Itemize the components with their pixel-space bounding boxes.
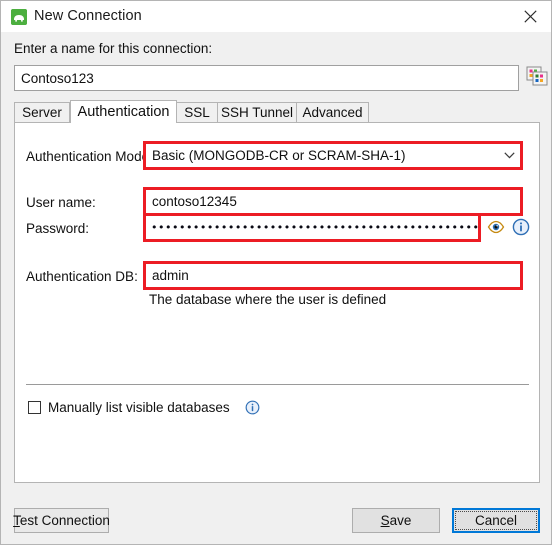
authentication-mode-value: Basic (MONGODB-CR or SCRAM-SHA-1) xyxy=(152,148,406,163)
save-button[interactable]: Save xyxy=(352,508,440,533)
test-connection-accel: T xyxy=(13,513,20,528)
tab-server[interactable]: Server xyxy=(14,102,70,122)
cancel-label: Cancel xyxy=(474,513,518,528)
section-divider xyxy=(26,384,529,385)
manually-list-databases-checkbox[interactable] xyxy=(28,401,41,414)
authentication-mode-label: Authentication Mode: xyxy=(26,149,153,164)
window-title: New Connection xyxy=(34,8,142,24)
chevron-down-icon xyxy=(498,152,520,159)
cancel-button[interactable]: Cancel xyxy=(452,508,540,533)
connection-name-input[interactable] xyxy=(14,65,519,91)
authentication-db-hint: The database where the user is defined xyxy=(149,292,387,307)
tab-label: Advanced xyxy=(302,105,363,120)
manually-list-databases-label: Manually list visible databases xyxy=(48,400,230,415)
tab-label: Server xyxy=(22,105,62,120)
new-connection-dialog: New Connection Enter a name for this con… xyxy=(0,0,552,545)
info-icon[interactable] xyxy=(245,400,260,415)
test-connection-label: est Connection xyxy=(19,513,110,528)
title-bar: New Connection xyxy=(1,1,551,33)
save-label: ave xyxy=(389,513,412,528)
manually-list-databases-row[interactable]: Manually list visible databases xyxy=(28,400,260,415)
tab-strip: Server Authentication SSL SSH Tunnel Adv… xyxy=(14,100,540,123)
mongodb-leaf-icon xyxy=(11,9,27,25)
authentication-db-input[interactable] xyxy=(145,263,521,288)
username-input[interactable] xyxy=(145,189,521,214)
tab-ssh-tunnel[interactable]: SSH Tunnel xyxy=(217,102,297,122)
tab-advanced[interactable]: Advanced xyxy=(296,102,369,122)
tab-label: Authentication xyxy=(77,104,170,120)
password-input[interactable]: ••••••••••••••••••••••••••••••••••••••••… xyxy=(145,215,479,240)
tab-label: SSH Tunnel xyxy=(220,105,294,120)
info-icon[interactable] xyxy=(512,218,530,236)
password-masked-value: ••••••••••••••••••••••••••••••••••••••••… xyxy=(151,221,478,234)
color-palette-icon[interactable] xyxy=(526,65,548,87)
authentication-db-label: Authentication DB: xyxy=(26,269,138,284)
password-label: Password: xyxy=(26,221,90,236)
test-connection-button[interactable]: Test Connection xyxy=(13,508,110,533)
authentication-tab-panel: Authentication Mode: Basic (MONGODB-CR o… xyxy=(14,122,540,483)
tab-ssl[interactable]: SSL xyxy=(176,102,218,122)
save-accel: S xyxy=(380,513,390,528)
eye-icon[interactable] xyxy=(487,218,505,236)
authentication-mode-select[interactable]: Basic (MONGODB-CR or SCRAM-SHA-1) xyxy=(145,143,521,168)
tab-label: SSL xyxy=(184,105,210,120)
connection-name-label: Enter a name for this connection: xyxy=(14,41,213,56)
username-label: User name: xyxy=(26,195,96,210)
close-icon[interactable] xyxy=(508,1,551,31)
tab-authentication[interactable]: Authentication xyxy=(70,100,177,123)
